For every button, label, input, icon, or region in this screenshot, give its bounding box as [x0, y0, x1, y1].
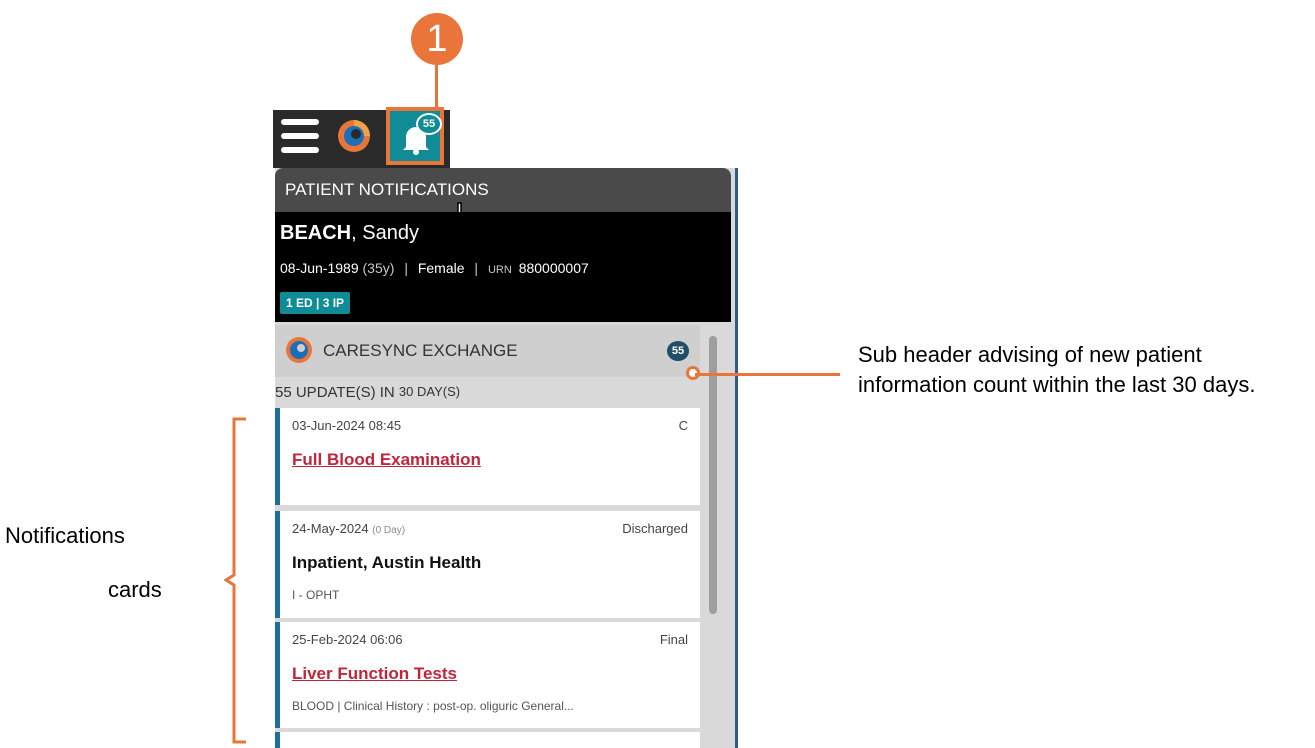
notifications-panel: PATIENT NOTIFICATIONS BEACH, Sandy 08-Ju… — [275, 168, 738, 748]
panel-scrollbar[interactable] — [709, 336, 717, 614]
patient-age: (35y) — [362, 260, 395, 276]
exchange-count-badge: 55 — [667, 341, 689, 361]
notification-card[interactable] — [275, 732, 700, 748]
cards-annotation-line1: Notifications — [5, 523, 125, 548]
notifications-badge: 55 — [416, 113, 442, 135]
card-title-link[interactable]: Liver Function Tests — [292, 664, 457, 684]
card-status: Final — [659, 632, 688, 647]
patient-banner: BEACH, Sandy 08-Jun-1989 (35y) | Female … — [275, 212, 731, 322]
card-date: 03-Jun-2024 08:45 — [292, 418, 402, 433]
card-status: Discharged — [622, 521, 688, 536]
patient-dob: 08-Jun-1989 — [280, 260, 359, 276]
notifications-button[interactable]: 55 — [386, 107, 444, 165]
step-marker: 1 — [411, 13, 463, 65]
card-subtitle: BLOOD | Clinical History : post-op. olig… — [292, 699, 574, 713]
card-subtitle: I - OPHT — [292, 588, 340, 602]
notification-card[interactable]: 25-Feb-2024 06:06 Final Liver Function T… — [275, 622, 700, 728]
card-date: 25-Feb-2024 06:06 — [292, 632, 403, 647]
hamburger-menu-icon[interactable] — [281, 117, 321, 157]
caresync-logo-icon — [286, 337, 312, 363]
card-title[interactable]: Inpatient, Austin Health — [292, 553, 481, 573]
patient-gender: Female — [417, 260, 465, 276]
panel-header: PATIENT NOTIFICATIONS — [275, 168, 731, 212]
notification-card[interactable]: 03-Jun-2024 08:45 C Full Blood Examinati… — [275, 408, 700, 505]
card-date: 24-May-2024 (0 Day) — [292, 521, 406, 536]
patient-urn: 880000007 — [518, 260, 589, 276]
patient-name: BEACH, Sandy — [280, 222, 419, 244]
callout-line — [695, 373, 840, 376]
notification-card[interactable]: 24-May-2024 (0 Day) Discharged Inpatient… — [275, 511, 700, 618]
cards-bracket — [224, 417, 246, 744]
encounter-badge[interactable]: 1 ED | 3 IP — [280, 292, 351, 314]
patient-details: 08-Jun-1989 (35y) | Female | URN 8800000… — [280, 260, 589, 276]
subheader-annotation: Sub header advising of new patient infor… — [858, 342, 1256, 397]
urn-label: URN — [487, 264, 512, 276]
card-status: C — [678, 418, 688, 433]
cards-annotation-line2: cards — [108, 577, 162, 602]
exchange-title: CARESYNC EXCHANGE — [323, 341, 518, 360]
step-marker-line — [435, 65, 438, 107]
card-title-link[interactable]: Full Blood Examination — [292, 450, 481, 470]
caresync-exchange-subheader[interactable]: CARESYNC EXCHANGE 55 — [275, 325, 700, 377]
update-summary: 55 UPDATE(S) IN 30 DAY(S) — [275, 384, 461, 401]
caresync-logo-icon[interactable] — [336, 118, 372, 154]
